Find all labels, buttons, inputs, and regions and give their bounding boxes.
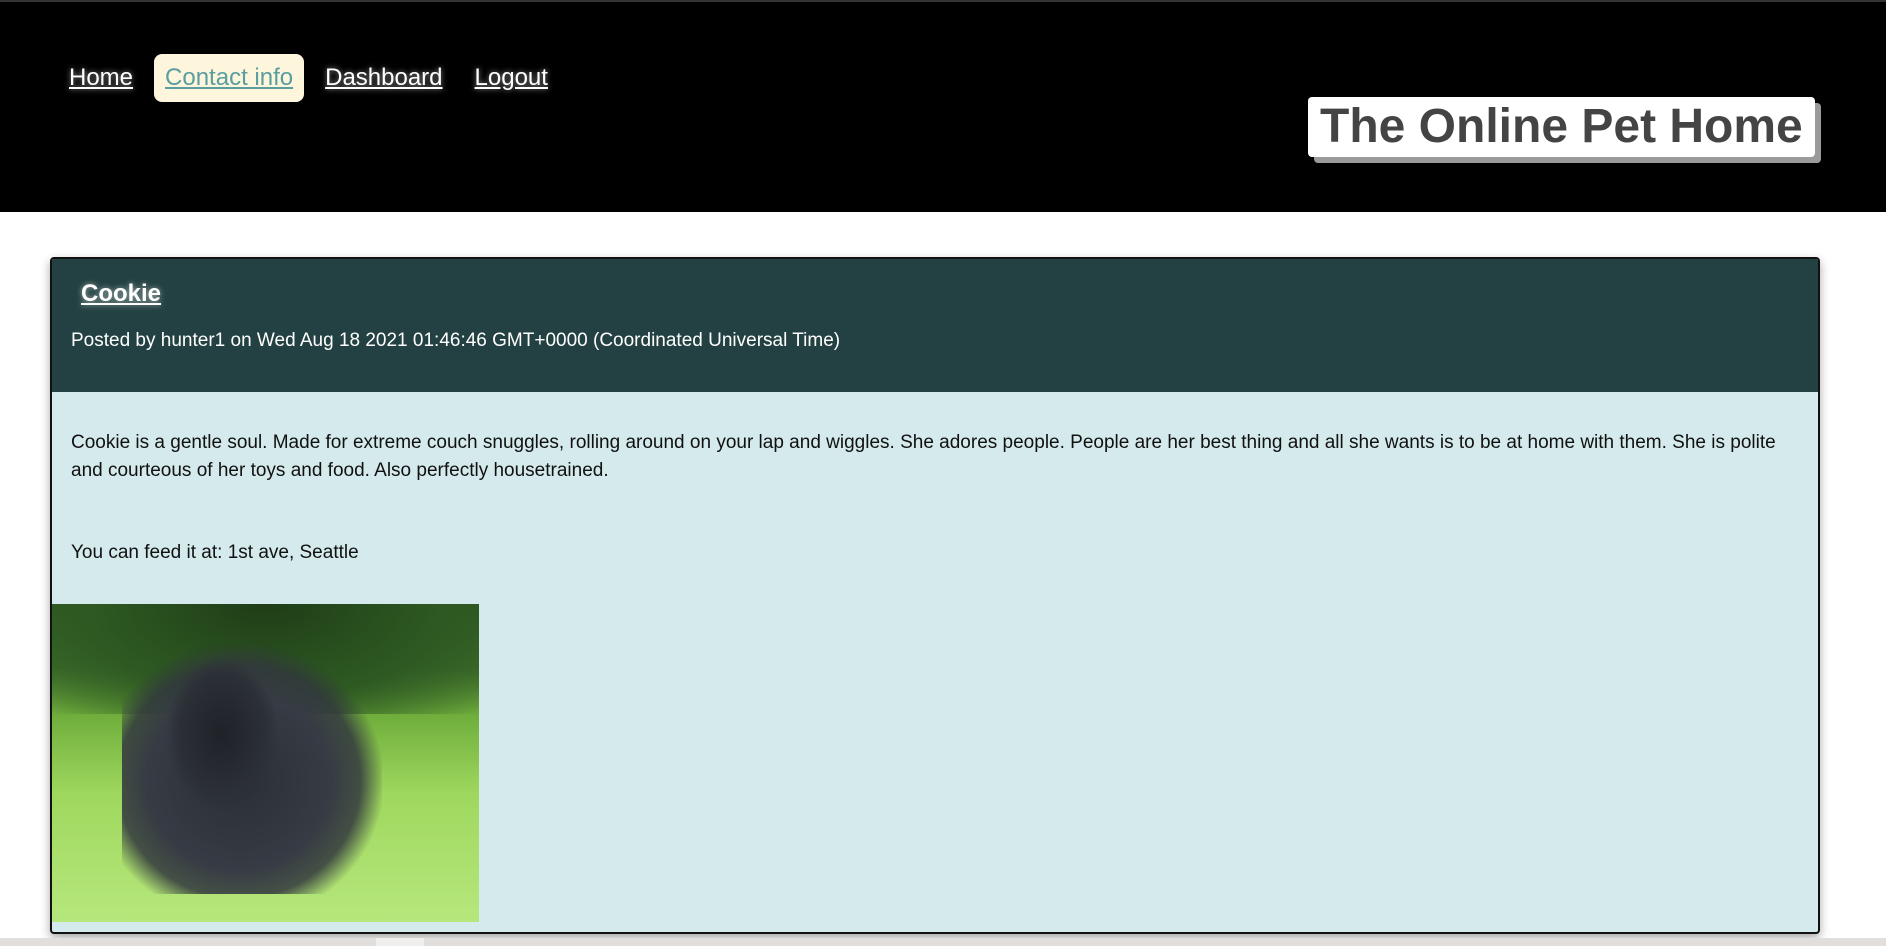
main-nav: Home Contact info Dashboard Logout [58, 54, 559, 102]
pet-photo [52, 604, 479, 922]
site-header: Home Contact info Dashboard Logout The O… [0, 2, 1886, 212]
site-title: The Online Pet Home [1308, 97, 1815, 157]
feed-location: You can feed it at: 1st ave, Seattle [71, 542, 359, 563]
pet-description: Cookie is a gentle soul. Made for extrem… [71, 432, 1776, 481]
scrollbar-thumb[interactable] [376, 938, 424, 946]
horizontal-scrollbar[interactable] [0, 938, 1886, 946]
photo-dog-head [167, 659, 277, 809]
nav-logout[interactable]: Logout [464, 54, 559, 102]
nav-contact-info[interactable]: Contact info [154, 54, 305, 102]
nav-dashboard[interactable]: Dashboard [314, 54, 453, 102]
nav-home[interactable]: Home [58, 54, 144, 102]
posted-by-line: Posted by hunter1 on Wed Aug 18 2021 01:… [71, 330, 841, 351]
pet-post-card: Cookie Posted by hunter1 on Wed Aug 18 2… [50, 257, 1820, 934]
pet-name-link[interactable]: Cookie [81, 280, 161, 308]
post-header: Cookie Posted by hunter1 on Wed Aug 18 2… [52, 259, 1818, 392]
